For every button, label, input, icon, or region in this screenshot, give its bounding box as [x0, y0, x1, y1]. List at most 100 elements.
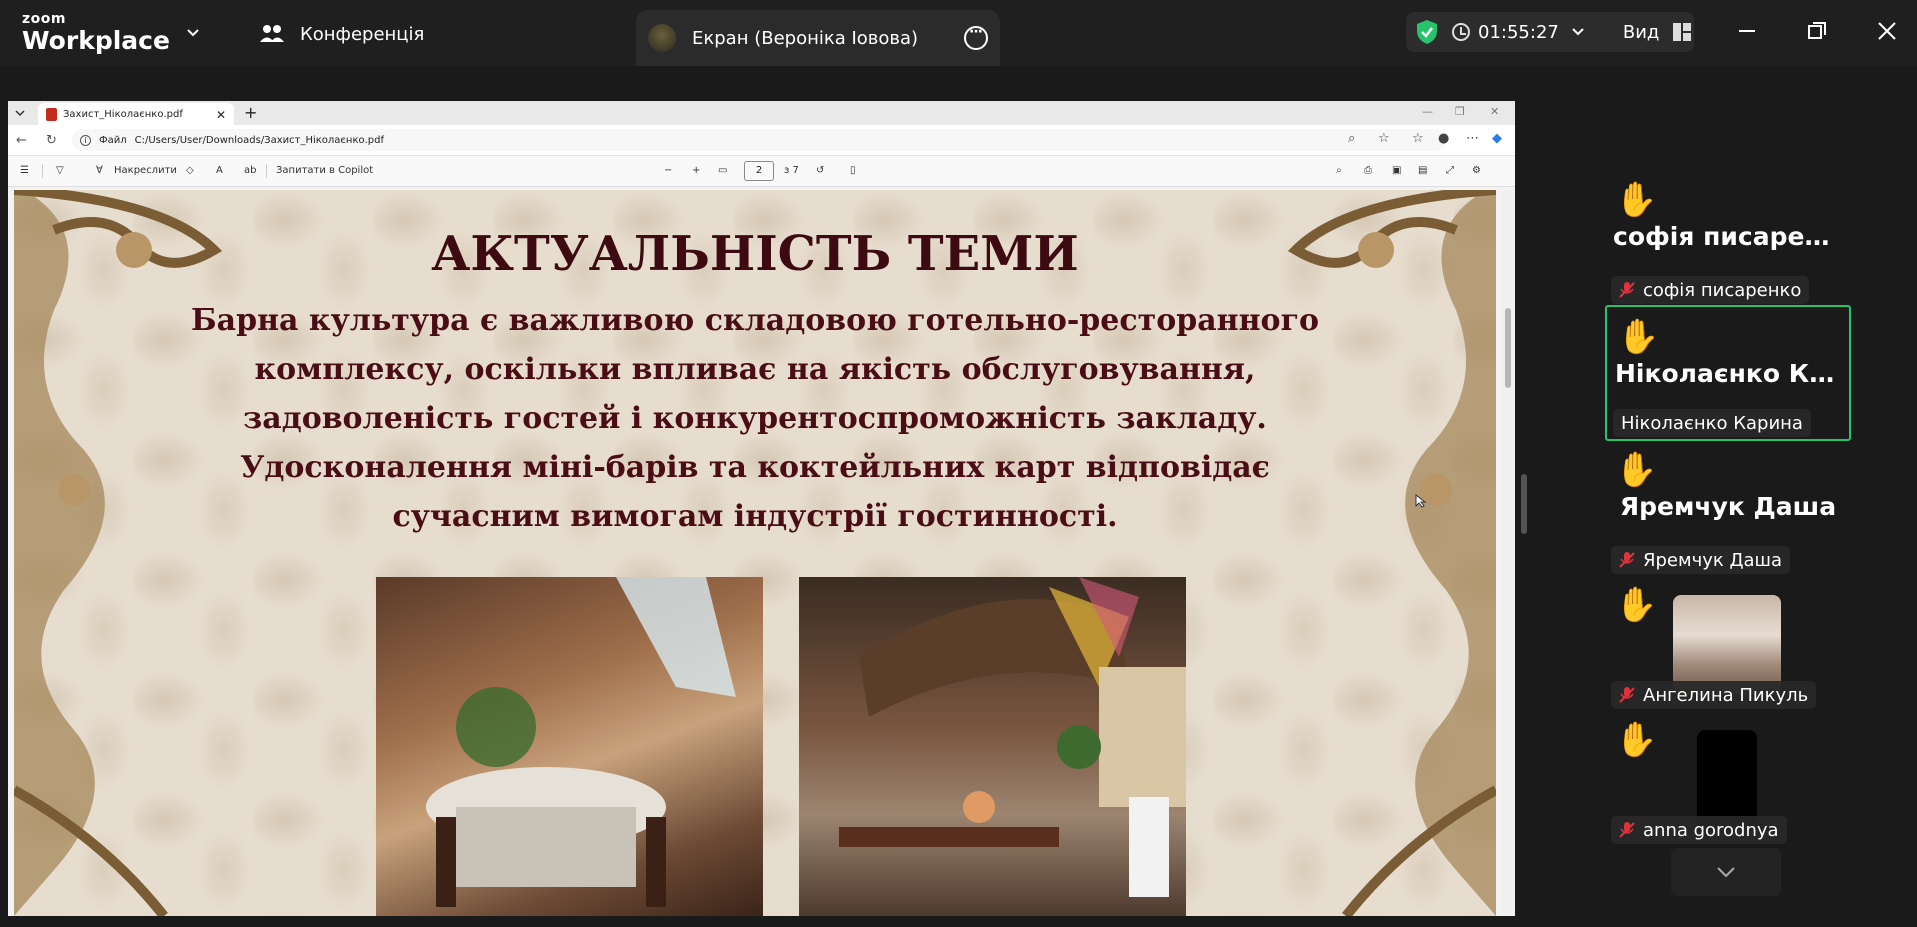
more-options-icon[interactable]	[964, 24, 988, 50]
browser-address-bar: ← ↻ i Файл C:/Users/User/Downloads/Захис…	[8, 125, 1515, 156]
page-number-input[interactable]: 2	[744, 161, 774, 181]
participant-display-name: Ніколаєнко Ка...	[1615, 359, 1853, 388]
raised-hand-icon: ✋	[1615, 585, 1658, 625]
draw-icon[interactable]: ∀	[96, 165, 103, 176]
photo-bar-interior	[376, 577, 763, 916]
settings-gear-icon[interactable]: ⚙	[1472, 165, 1481, 176]
save-as-icon[interactable]: ▤	[1418, 165, 1427, 176]
favorites-icon[interactable]: ☆	[1412, 131, 1424, 146]
refresh-icon[interactable]: ↻	[46, 133, 57, 148]
shield-check-icon[interactable]	[1416, 19, 1438, 45]
chevron-down-icon[interactable]	[1571, 25, 1585, 39]
screen-share-tab[interactable]: Екран (Вероніка Іовова)	[636, 10, 1000, 66]
mic-muted-icon	[1619, 822, 1635, 838]
save-icon[interactable]: ▣	[1392, 165, 1401, 176]
text-size-icon[interactable]: A	[216, 165, 223, 176]
profile-icon[interactable]: ●	[1438, 131, 1449, 146]
raised-hand-icon: ✋	[1615, 720, 1658, 760]
view-button[interactable]: Вид	[1623, 22, 1660, 43]
page-view-icon[interactable]: ▯	[850, 165, 856, 176]
restore-icon[interactable]	[1804, 18, 1830, 44]
participant-display-name: Яремчук Даша	[1619, 492, 1837, 521]
draw-button[interactable]: Накреслити	[114, 165, 177, 176]
participant-name: софія писаренко	[1643, 279, 1802, 301]
zoom-icon[interactable]: ⌕	[1348, 131, 1355, 146]
participant-tile[interactable]: ✋ Яремчук Даша Яремчук Даша	[1605, 440, 1851, 576]
zoom-logo[interactable]: zoom Workplace	[22, 12, 170, 53]
info-icon[interactable]: i	[80, 134, 91, 146]
participant-video-dark	[1697, 730, 1757, 830]
participant-tile[interactable]: ✋ Ангелина Пикуль	[1605, 575, 1851, 711]
close-icon[interactable]: ✕	[1490, 105, 1499, 118]
fullscreen-icon[interactable]: ⤢	[1446, 165, 1454, 176]
participant-name-label: Яремчук Даша	[1611, 546, 1791, 574]
pdf-slide: АКТУАЛЬНІСТЬ ТЕМИ Барна культура є важли…	[14, 190, 1496, 916]
close-tab-icon[interactable]: ✕	[216, 108, 226, 122]
url-prefix: Файл	[99, 134, 127, 146]
pdf-scrollbar[interactable]	[1502, 190, 1514, 916]
translate-icon[interactable]: ab	[244, 165, 256, 176]
pdf-toolbar: ☰ ▽ ∀ Накреслити ◇ A ab Запитати в Copil…	[8, 156, 1515, 187]
rotate-icon[interactable]: ↺	[816, 165, 824, 176]
slide-body-text: Барна культура є важливою складовою готе…	[191, 303, 1319, 534]
participant-name: Яремчук Даша	[1643, 549, 1783, 571]
zoom-out-icon[interactable]: −	[664, 165, 672, 176]
participant-name-label: anna gorodnya	[1611, 816, 1787, 844]
ask-copilot-button[interactable]: Запитати в Copilot	[276, 165, 373, 176]
participant-name-label: Ангелина Пикуль	[1611, 681, 1817, 709]
highlight-icon[interactable]: ▽	[56, 165, 64, 176]
view-layout-icon[interactable]	[1673, 23, 1692, 41]
mic-muted-icon	[1619, 282, 1635, 298]
copilot-icon[interactable]: ◆	[1492, 131, 1502, 146]
chevron-down-icon[interactable]	[184, 24, 202, 42]
participant-display-name: софія писаренко	[1613, 222, 1851, 251]
new-tab-icon[interactable]: +	[244, 103, 257, 122]
meeting-status-pill: 01:55:27 Вид	[1406, 12, 1694, 52]
scrollbar-thumb[interactable]	[1505, 308, 1511, 388]
more-icon[interactable]: ⋯	[1466, 131, 1479, 146]
tab-title: Захист_Ніколаєнко.pdf	[63, 108, 183, 120]
minimize-icon[interactable]	[1734, 18, 1760, 44]
sharer-avatar	[648, 24, 676, 52]
participant-name: Ангелина Пикуль	[1643, 684, 1809, 706]
logo-workplace-text: Workplace	[22, 26, 170, 55]
eraser-icon[interactable]: ◇	[186, 165, 194, 176]
participant-tile-active-speaker[interactable]: ✋ Ніколаєнко Ка... Ніколаєнко Карина	[1605, 305, 1853, 441]
meeting-label: Конференція	[300, 23, 425, 45]
url-field[interactable]: i Файл C:/Users/User/Downloads/Захист_Ні…	[72, 129, 1446, 151]
page-total: з 7	[784, 165, 799, 176]
raised-hand-icon: ✋	[1615, 180, 1658, 220]
url-text: C:/Users/User/Downloads/Захист_Ніколаєнк…	[134, 134, 385, 146]
meeting-tab[interactable]: Конференція	[258, 22, 424, 46]
share-label: Екран (Вероніка Іовова)	[692, 27, 919, 49]
zoom-top-bar: zoom Workplace Конференція Екран (Вероні…	[0, 0, 1917, 66]
browser-tab[interactable]: Захист_Ніколаєнко.pdf ✕	[38, 103, 234, 125]
browser-tab-strip: Захист_Ніколаєнко.pdf ✕ + — ❐ ✕	[8, 101, 1515, 125]
mic-muted-icon	[1619, 687, 1635, 703]
search-icon[interactable]: ⌕	[1336, 165, 1342, 176]
gallery-resize-handle[interactable]	[1521, 474, 1527, 534]
mic-muted-icon	[1619, 552, 1635, 568]
favorite-star-icon[interactable]: ☆	[1378, 131, 1390, 146]
close-icon[interactable]	[1874, 18, 1900, 44]
participant-tile[interactable]: ✋ anna gorodnya	[1605, 710, 1851, 846]
gallery-next-page-button[interactable]	[1671, 848, 1781, 896]
participant-name-label: софія писаренко	[1611, 276, 1810, 304]
print-icon[interactable]: ⎙	[1364, 165, 1372, 176]
chevron-down-icon[interactable]	[14, 107, 26, 119]
participant-name: Ніколаєнко Карина	[1621, 412, 1803, 434]
back-icon[interactable]: ←	[16, 133, 27, 148]
slide-title: АКТУАЛЬНІСТЬ ТЕМИ	[431, 226, 1079, 282]
contents-icon[interactable]: ☰	[20, 165, 29, 176]
fit-page-icon[interactable]: ▭	[718, 165, 727, 176]
restore-icon[interactable]: ❐	[1455, 105, 1465, 118]
meeting-timer: 01:55:27	[1478, 21, 1559, 43]
participant-name-label: Ніколаєнко Карина	[1613, 409, 1811, 437]
logo-zoom-text: zoom	[22, 11, 66, 27]
mouse-cursor-icon	[1415, 494, 1427, 508]
raised-hand-icon: ✋	[1617, 317, 1660, 357]
zoom-in-icon[interactable]: +	[692, 165, 700, 176]
participant-tile[interactable]: ✋ софія писаренко софія писаренко	[1605, 170, 1851, 306]
minimize-icon[interactable]: —	[1422, 105, 1433, 118]
photo-cafe-terrace	[799, 577, 1186, 916]
